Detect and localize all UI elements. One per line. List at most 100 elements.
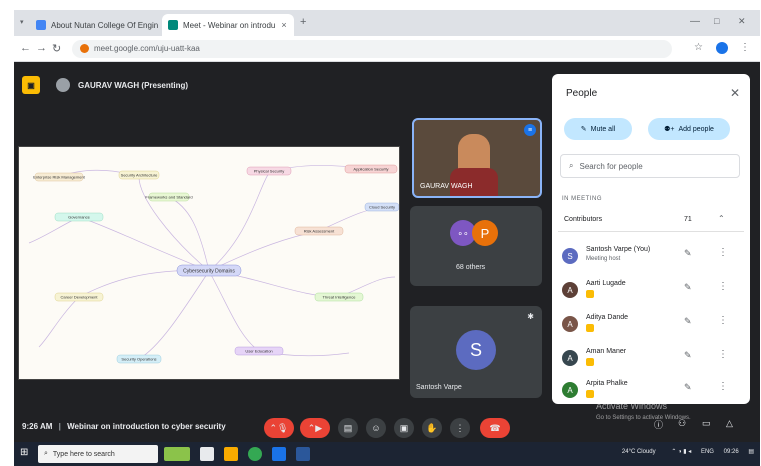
notifications-icon[interactable]: ▤ bbox=[748, 449, 754, 455]
weather-widget-icon[interactable] bbox=[164, 447, 190, 461]
contributors-group-header[interactable]: Contributors 71 ⌃ bbox=[558, 208, 744, 232]
video-tile-santosh[interactable]: ✱ S Santosh Varpe bbox=[410, 306, 542, 398]
tile-name: Santosh Varpe bbox=[416, 384, 462, 391]
group-label: Contributors bbox=[564, 216, 603, 223]
mindmap-node: Application Security bbox=[353, 167, 388, 172]
meet-stage: ▣ GAURAV WAGH (Presenting) Cybersecurity… bbox=[14, 62, 760, 442]
section-heading: IN MEETING bbox=[562, 196, 603, 202]
new-tab-button[interactable]: + bbox=[300, 16, 306, 28]
people-search-input[interactable]: ⌕ Search for people bbox=[560, 154, 740, 178]
reload-icon[interactable]: ↻ bbox=[52, 42, 61, 55]
mic-toggle-button[interactable]: ⌃🎙 bbox=[264, 418, 294, 438]
search-icon: ⌕ bbox=[569, 161, 574, 170]
task-view-icon[interactable] bbox=[200, 447, 214, 461]
edge-icon[interactable] bbox=[272, 447, 286, 461]
tab-meet[interactable]: Meet - Webinar on introdu × bbox=[162, 14, 294, 36]
back-arrow-icon[interactable]: ← bbox=[20, 42, 31, 54]
participant-avatar: A bbox=[562, 282, 578, 298]
more-options-icon[interactable]: ⋮ bbox=[718, 281, 728, 292]
activities-icon[interactable]: △ bbox=[726, 418, 733, 429]
tray-icons[interactable]: ⌃ ◑ ▮ ◂ bbox=[671, 449, 691, 455]
more-options-icon[interactable]: ⋮ bbox=[718, 381, 728, 392]
browser-window: ▾ About Nutan College Of Engin × Meet - … bbox=[14, 10, 760, 466]
presenter-badge-icon bbox=[586, 324, 594, 332]
leave-call-button[interactable]: ☎ bbox=[480, 418, 510, 438]
mindmap-node: Security Architecture bbox=[121, 173, 158, 178]
site-info-icon[interactable] bbox=[80, 44, 89, 53]
minimize-button[interactable]: — bbox=[690, 16, 700, 27]
tab-nutan-college[interactable]: About Nutan College Of Engin × bbox=[30, 14, 158, 36]
windows-start-icon[interactable]: ⊞ bbox=[20, 447, 28, 458]
tab-search-chevron-icon[interactable]: ▾ bbox=[20, 18, 24, 26]
emoji-reaction-button[interactable]: ☺ bbox=[366, 418, 386, 438]
maximize-button[interactable]: □ bbox=[714, 16, 719, 26]
participant-row[interactable]: A Aarti Lugade ✎ ⋮ bbox=[558, 278, 744, 306]
mute-all-button[interactable]: ✎ Mute all bbox=[564, 118, 632, 140]
presenter-avatar bbox=[56, 78, 70, 92]
mindmap-node: Threat Intelligence bbox=[323, 295, 357, 300]
participant-row[interactable]: A Aditya Dande ✎ ⋮ bbox=[558, 312, 744, 340]
chat-icon[interactable]: ▭ bbox=[702, 418, 711, 429]
button-label: Mute all bbox=[590, 125, 616, 133]
presenter-badge-icon bbox=[586, 390, 594, 398]
mic-muted-icon[interactable]: ✎ bbox=[684, 282, 692, 293]
presenter-name: GAURAV WAGH (Presenting) bbox=[78, 80, 189, 90]
more-options-icon[interactable]: ⋮ bbox=[718, 349, 728, 360]
mindmap-center-label: Cybersecurity Domains bbox=[183, 269, 235, 275]
watermark-subtitle: Go to Settings to activate Windows. bbox=[596, 415, 691, 421]
meeting-title: Webinar on introduction to cyber securit… bbox=[67, 422, 226, 431]
presenter-badge-icon bbox=[586, 290, 594, 298]
mindmap-node: User Education bbox=[245, 349, 272, 354]
weather-status[interactable]: 24°C Cloudy bbox=[622, 449, 656, 455]
meeting-info: 9:26 AM | Webinar on introduction to cyb… bbox=[22, 422, 226, 431]
more-options-icon[interactable]: ⋮ bbox=[718, 315, 728, 326]
camera-toggle-button[interactable]: ⌃▶ bbox=[300, 418, 330, 438]
participant-row[interactable]: A Aman Maner ✎ ⋮ bbox=[558, 346, 744, 374]
participant-count: 71 bbox=[684, 216, 692, 223]
url-field[interactable]: meet.google.com/uju-uatt-kaa bbox=[72, 40, 672, 58]
activate-windows-watermark: Activate Windows Go to Settings to activ… bbox=[596, 400, 691, 424]
bookmark-star-icon[interactable]: ☆ bbox=[694, 42, 703, 53]
chrome-icon[interactable] bbox=[248, 447, 262, 461]
meeting-controls: 9:26 AM | Webinar on introduction to cyb… bbox=[14, 412, 554, 442]
search-placeholder: Type here to search bbox=[52, 450, 115, 458]
tile-name: 68 others bbox=[456, 264, 486, 271]
mic-muted-icon[interactable]: ✎ bbox=[684, 350, 692, 361]
menu-kebab-icon[interactable]: ⋮ bbox=[740, 42, 750, 53]
tab-label: Meet - Webinar on introdu bbox=[183, 20, 276, 30]
present-screen-icon[interactable]: ▣ bbox=[22, 76, 40, 94]
present-screen-button[interactable]: ▣ bbox=[394, 418, 414, 438]
mindmap-node: Cloud Security bbox=[369, 205, 395, 210]
video-tile-others[interactable]: ∘∘ P 68 others bbox=[410, 206, 542, 286]
file-explorer-icon[interactable] bbox=[224, 447, 238, 461]
raise-hand-button[interactable]: ✋ bbox=[422, 418, 442, 438]
participant-row[interactable]: S Santosh Varpe (You) Meeting host ✎ ⋮ bbox=[558, 244, 744, 272]
forward-arrow-icon[interactable]: → bbox=[36, 42, 47, 54]
close-tab-icon[interactable]: × bbox=[281, 20, 286, 30]
taskbar-search-input[interactable]: ⌕ Type here to search bbox=[38, 445, 158, 463]
mic-muted-icon[interactable]: ✎ bbox=[684, 382, 692, 393]
close-window-button[interactable]: ✕ bbox=[738, 16, 746, 27]
mindmap-node: Career Development bbox=[61, 295, 99, 300]
taskbar-clock[interactable]: 09:26 bbox=[724, 449, 739, 455]
more-options-button[interactable]: ⋮ bbox=[450, 418, 470, 438]
meet-favicon-icon bbox=[168, 20, 178, 30]
search-placeholder: Search for people bbox=[579, 161, 643, 171]
mic-muted-icon[interactable]: ✎ bbox=[684, 248, 692, 259]
others-avatar: P bbox=[472, 220, 498, 246]
captions-button[interactable]: ▤ bbox=[338, 418, 358, 438]
word-icon[interactable] bbox=[296, 447, 310, 461]
close-icon[interactable]: ✕ bbox=[730, 86, 740, 100]
profile-avatar-icon[interactable] bbox=[716, 42, 728, 54]
video-tile-gaurav[interactable]: ≡ GAURAV WAGH bbox=[412, 118, 542, 198]
more-options-icon[interactable]: ⋮ bbox=[718, 247, 728, 258]
mute-icon: ✎ bbox=[580, 126, 587, 133]
mic-muted-icon[interactable]: ✎ bbox=[684, 316, 692, 327]
mindmap-node: Physical Security bbox=[254, 169, 284, 174]
chevron-up-icon[interactable]: ⌃ bbox=[718, 214, 725, 223]
language-indicator[interactable]: ENG bbox=[701, 449, 714, 455]
shared-screen-mindmap: Cybersecurity Domains Security Architect… bbox=[18, 146, 400, 380]
participant-name: Arpita Phalke bbox=[586, 380, 628, 387]
add-people-button[interactable]: ⚉+ Add people bbox=[648, 118, 730, 140]
button-label: Add people bbox=[678, 125, 714, 133]
